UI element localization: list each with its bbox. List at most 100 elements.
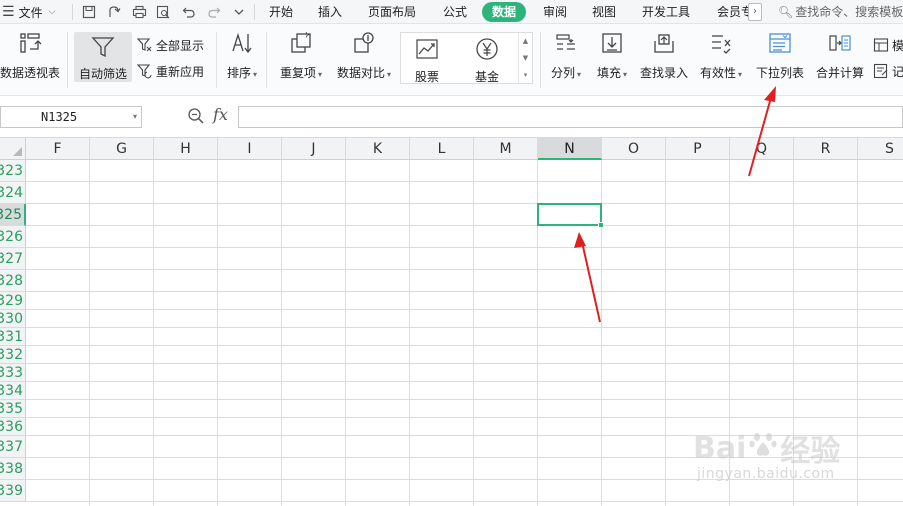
row-header-330[interactable]: 330 bbox=[0, 310, 26, 328]
grid-column-line bbox=[473, 160, 474, 506]
column-header-r[interactable]: R bbox=[794, 138, 858, 160]
column-header-g[interactable]: G bbox=[90, 138, 154, 160]
print-icon[interactable] bbox=[130, 3, 148, 21]
gallery-expand-icon[interactable]: ▾ bbox=[524, 71, 528, 79]
undo-icon[interactable] bbox=[180, 3, 198, 21]
search-icon: 🔍︎ bbox=[778, 5, 794, 19]
pivot-table-button[interactable]: 数据透视表 bbox=[0, 30, 60, 81]
zoom-icon[interactable] bbox=[186, 106, 206, 126]
sort-label: 排序 ▾ bbox=[226, 66, 258, 80]
tab-data[interactable]: 数据 bbox=[482, 2, 527, 22]
tab-page-layout[interactable]: 页面布局 bbox=[368, 0, 416, 24]
data-compare-button[interactable]: 数据对比 ▾ bbox=[334, 30, 394, 81]
row-header-336[interactable]: 336 bbox=[0, 418, 26, 436]
tab-review[interactable]: 审阅 bbox=[543, 0, 567, 24]
row-header-327[interactable]: 327 bbox=[0, 248, 26, 270]
gallery-scroll[interactable]: ▲ ▼ ▾ bbox=[518, 33, 532, 83]
grid-column-line bbox=[857, 160, 858, 506]
name-box[interactable]: N1325 ▾ bbox=[0, 106, 142, 128]
row-header-333[interactable]: 333 bbox=[0, 364, 26, 382]
row-header-323[interactable]: 323 bbox=[0, 160, 26, 182]
export-icon[interactable] bbox=[105, 3, 123, 21]
tab-view[interactable]: 视图 bbox=[592, 0, 616, 24]
scroll-up-icon[interactable]: ▲ bbox=[523, 37, 528, 45]
row-header-326[interactable]: 326 bbox=[0, 226, 26, 248]
split-column-button[interactable]: 分列 ▾ bbox=[546, 30, 586, 81]
fund-button[interactable]: 基金 bbox=[475, 37, 499, 85]
row-header-332[interactable]: 332 bbox=[0, 346, 26, 364]
dropdown-list-label: 下拉列表 bbox=[755, 66, 804, 80]
column-header-k[interactable]: K bbox=[346, 138, 410, 160]
sort-button[interactable]: 排序 ▾ bbox=[222, 30, 262, 81]
validity-label: 有效性 ▾ bbox=[699, 66, 743, 80]
file-menu[interactable]: ☰ 文件 ⌵ bbox=[0, 0, 55, 24]
column-header-m[interactable]: M bbox=[474, 138, 538, 160]
stock-button[interactable]: 股票 bbox=[415, 37, 439, 85]
file-menu-label: 文件 bbox=[18, 5, 43, 20]
selected-cell-n1325[interactable] bbox=[537, 203, 604, 228]
stock-fund-gallery: 股票 基金 ▲ ▼ ▾ bbox=[400, 32, 533, 84]
column-header-h[interactable]: H bbox=[154, 138, 218, 160]
column-header-l[interactable]: L bbox=[410, 138, 474, 160]
row-header-329[interactable]: 329 bbox=[0, 292, 26, 310]
scroll-down-icon[interactable]: ▼ bbox=[523, 54, 528, 62]
template-label: 模 bbox=[892, 38, 903, 53]
tab-developer[interactable]: 开发工具 bbox=[642, 0, 690, 24]
column-header-f[interactable]: F bbox=[26, 138, 90, 160]
formula-input[interactable] bbox=[238, 106, 903, 128]
reapply-button[interactable]: 重新应用 bbox=[136, 62, 204, 80]
row-header-339[interactable]: 339 bbox=[0, 480, 26, 502]
formula-bar: N1325 ▾ fx bbox=[0, 96, 903, 138]
insert-function-button[interactable]: fx bbox=[213, 105, 228, 124]
column-header-q[interactable]: Q bbox=[730, 138, 794, 160]
row-header-334[interactable]: 334 bbox=[0, 382, 26, 400]
save-icon[interactable] bbox=[80, 3, 98, 21]
lookup-entry-button[interactable]: 查找录入 bbox=[638, 30, 690, 81]
print-preview-icon[interactable] bbox=[154, 3, 172, 21]
column-header-n[interactable]: N bbox=[538, 138, 602, 160]
more-tabs-button[interactable]: › bbox=[748, 3, 762, 21]
grid-column-line bbox=[217, 160, 218, 506]
column-header-p[interactable]: P bbox=[666, 138, 730, 160]
row-header-335[interactable]: 335 bbox=[0, 400, 26, 418]
stock-chart-icon bbox=[415, 37, 439, 64]
tab-home[interactable]: 开始 bbox=[269, 0, 293, 24]
show-all-label: 全部显示 bbox=[156, 38, 205, 53]
dropdown-list-button[interactable]: 下拉列表 bbox=[752, 30, 808, 81]
row-header-324[interactable]: 324 bbox=[0, 182, 26, 204]
chevron-down-icon[interactable]: ▾ bbox=[133, 107, 137, 127]
tab-formulas[interactable]: 公式 bbox=[443, 0, 467, 24]
row-header-331[interactable]: 331 bbox=[0, 328, 26, 346]
redo-icon[interactable] bbox=[205, 3, 223, 21]
column-header-s[interactable]: S bbox=[858, 138, 903, 160]
record-button[interactable]: 记 bbox=[872, 62, 903, 80]
customize-icon[interactable] bbox=[230, 3, 248, 21]
fund-label: 基金 bbox=[475, 70, 500, 84]
row-header-338[interactable]: 338 bbox=[0, 458, 26, 480]
grid-row-line bbox=[26, 399, 903, 400]
duplicates-button[interactable]: 重复项 ▾ bbox=[276, 30, 326, 81]
grid-row-line bbox=[26, 417, 903, 418]
tab-insert[interactable]: 插入 bbox=[318, 0, 342, 24]
show-all-button[interactable]: 全部显示 bbox=[136, 36, 204, 54]
grid-row-line bbox=[26, 457, 903, 458]
fill-handle[interactable] bbox=[598, 222, 604, 228]
select-all-corner[interactable] bbox=[0, 138, 26, 160]
grid-column-line bbox=[665, 160, 666, 506]
lookup-entry-icon bbox=[651, 30, 677, 56]
template-button[interactable]: 模 bbox=[872, 36, 903, 54]
spreadsheet-grid: FGHIJKLMNOPQRS 3233243253263273283293303… bbox=[0, 138, 903, 506]
command-search[interactable]: 🔍︎ 查找命令、搜索模板 bbox=[778, 0, 903, 24]
fill-button[interactable]: 填充 ▾ bbox=[592, 30, 632, 81]
column-header-j[interactable]: J bbox=[282, 138, 346, 160]
column-header-i[interactable]: I bbox=[218, 138, 282, 160]
grid-row-line bbox=[26, 225, 903, 226]
grid-column-line bbox=[153, 160, 154, 506]
column-header-o[interactable]: O bbox=[602, 138, 666, 160]
validity-button[interactable]: 有效性 ▾ bbox=[697, 30, 745, 81]
consolidate-button[interactable]: 合并计算 bbox=[814, 30, 866, 81]
row-header-325[interactable]: 325 bbox=[0, 204, 26, 226]
row-header-328[interactable]: 328 bbox=[0, 270, 26, 292]
autofilter-button[interactable]: 自动筛选 bbox=[74, 32, 132, 82]
row-header-337[interactable]: 337 bbox=[0, 436, 26, 458]
